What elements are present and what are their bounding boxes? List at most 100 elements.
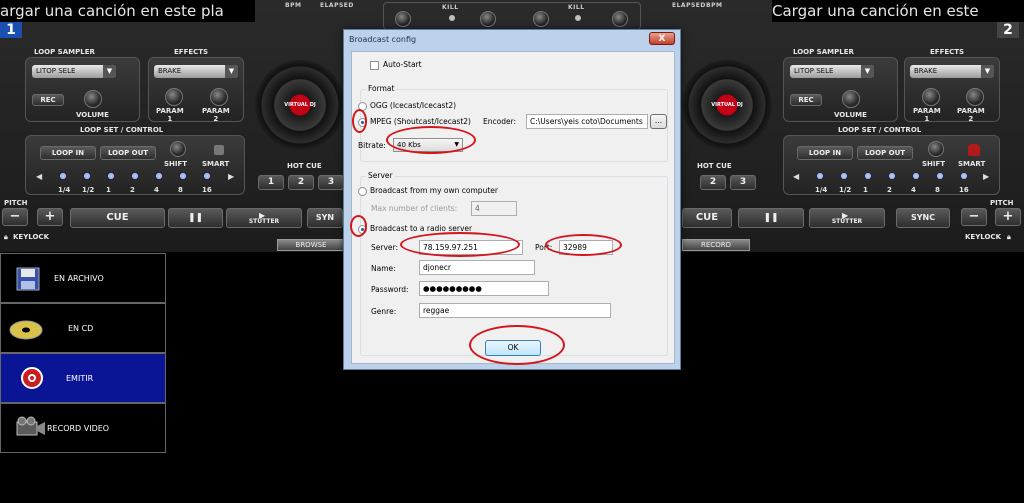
- play-pause-button[interactable]: ❚❚: [168, 208, 223, 228]
- loop-length-label[interactable]: 1: [106, 186, 111, 194]
- deck-left-bpm-label: BPM: [285, 2, 302, 9]
- hot-cue-button[interactable]: 3: [730, 175, 756, 190]
- loop-length-led: [132, 173, 138, 179]
- param1-knob[interactable]: [922, 88, 940, 106]
- smart-label: SMART: [202, 160, 230, 168]
- loop-length-label[interactable]: 4: [911, 186, 916, 194]
- record-menu-item[interactable]: EN ARCHIVO: [0, 253, 166, 303]
- close-button[interactable]: X: [649, 32, 675, 45]
- record-menu-item[interactable]: RECORD VIDEO: [0, 403, 166, 453]
- eq-knob[interactable]: [395, 11, 411, 27]
- sampler-select[interactable]: LITOP SELE ▼: [790, 65, 874, 78]
- broadcast-own-label: Broadcast from my own computer: [370, 186, 498, 195]
- pitch-minus-button[interactable]: −: [2, 208, 28, 226]
- effects-select[interactable]: BRAKE ▼: [910, 65, 994, 78]
- sync-button[interactable]: SYN: [307, 208, 343, 228]
- sampler-select[interactable]: LITOP SELE ▼: [32, 65, 116, 78]
- effects-select[interactable]: BRAKE ▼: [154, 65, 238, 78]
- loop-in-button[interactable]: LOOP IN: [40, 146, 96, 160]
- volume-knob[interactable]: [84, 90, 102, 108]
- lock-icon: 🔒︎: [4, 233, 8, 241]
- genre-field[interactable]: reggae: [419, 303, 611, 318]
- loop-length-label[interactable]: 8: [178, 186, 183, 194]
- encoder-path-field[interactable]: C:\Users\yeis coto\Documents: [526, 114, 648, 129]
- eq-knob[interactable]: [612, 11, 628, 27]
- hot-cue-button[interactable]: 1: [258, 175, 284, 190]
- name-field[interactable]: djonecr: [419, 260, 535, 275]
- highlight-ring: [386, 126, 476, 154]
- genre-label: Genre:: [371, 307, 397, 316]
- kill-led[interactable]: [575, 15, 581, 21]
- mixer-top: [383, 2, 641, 30]
- deck-right-elapsed-label: ELAPSED: [672, 2, 706, 9]
- loop-left-arrow-icon[interactable]: ◀: [793, 172, 799, 181]
- tab-browser[interactable]: BROWSE: [277, 239, 345, 251]
- loop-length-label[interactable]: 1: [863, 186, 868, 194]
- rec-button[interactable]: REC: [790, 94, 822, 106]
- server-group-title: Server: [366, 171, 395, 180]
- record-menu-item-label: EMITIR: [66, 374, 94, 383]
- pitch-plus-button[interactable]: +: [995, 208, 1021, 226]
- play-pause-button[interactable]: ❚❚: [738, 208, 804, 228]
- turntable-left[interactable]: VIRTUAL DJ: [255, 60, 345, 150]
- record-menu-item[interactable]: EMITIR: [0, 353, 166, 403]
- tab-record[interactable]: RECORD: [682, 239, 750, 251]
- record-menu-item[interactable]: EN CD: [0, 303, 166, 353]
- loop-length-label[interactable]: 1/2: [839, 186, 851, 194]
- pitch-minus-button[interactable]: −: [961, 208, 987, 226]
- eq-knob[interactable]: [533, 11, 549, 27]
- smart-button[interactable]: [214, 145, 224, 155]
- loop-right-arrow-icon[interactable]: ▶: [983, 172, 989, 181]
- shift-knob[interactable]: [928, 141, 944, 157]
- loop-length-label[interactable]: 2: [130, 186, 135, 194]
- loop-length-label[interactable]: 16: [959, 186, 969, 194]
- highlight-ring: [400, 232, 520, 257]
- loop-right-arrow-icon[interactable]: ▶: [228, 172, 234, 181]
- deck-right-number: 2: [997, 22, 1019, 38]
- hot-cue-button[interactable]: 2: [700, 175, 726, 190]
- eq-knob[interactable]: [480, 11, 496, 27]
- hot-cue-label: HOT CUE: [697, 162, 732, 170]
- stutter-button[interactable]: ▶ STUTTER: [226, 208, 302, 228]
- password-field[interactable]: ●●●●●●●●●: [419, 281, 549, 296]
- shift-knob[interactable]: [170, 141, 186, 157]
- param2-knob[interactable]: [966, 88, 984, 106]
- loop-length-label[interactable]: 2: [887, 186, 892, 194]
- param1-knob[interactable]: [165, 88, 183, 106]
- loop-out-button[interactable]: LOOP OUT: [857, 146, 913, 160]
- browse-encoder-button[interactable]: ...: [650, 114, 667, 129]
- rec-button[interactable]: REC: [32, 94, 64, 106]
- loop-sampler-label: LOOP SAMPLER: [34, 48, 95, 56]
- keylock-label: KEYLOCK: [965, 233, 1001, 241]
- highlight-ring: [469, 325, 565, 365]
- pitch-plus-button[interactable]: +: [37, 208, 63, 226]
- volume-label: VOLUME: [76, 111, 109, 119]
- smart-button[interactable]: [968, 144, 980, 156]
- loop-left-arrow-icon[interactable]: ◀: [36, 172, 42, 181]
- kill-led[interactable]: [449, 15, 455, 21]
- param1-label: PARAM 1: [913, 107, 941, 123]
- loop-length-label[interactable]: 1/2: [82, 186, 94, 194]
- param2-knob[interactable]: [210, 88, 228, 106]
- loop-length-label[interactable]: 16: [202, 186, 212, 194]
- param2-label: PARAM 2: [957, 107, 985, 123]
- kill-right-label: KILL: [568, 4, 585, 11]
- turntable-right[interactable]: VIRTUAL DJ: [682, 60, 772, 150]
- sync-button[interactable]: SYNC: [896, 208, 950, 228]
- loop-length-label[interactable]: 4: [154, 186, 159, 194]
- loop-length-label[interactable]: 1/4: [815, 186, 827, 194]
- hot-cue-button[interactable]: 2: [288, 175, 314, 190]
- cue-button[interactable]: CUE: [70, 208, 165, 228]
- chevron-down-icon: ▼: [103, 65, 116, 78]
- loop-in-button[interactable]: LOOP IN: [797, 146, 853, 160]
- loop-length-label[interactable]: 8: [935, 186, 940, 194]
- cue-button[interactable]: CUE: [682, 208, 732, 228]
- loop-length-label[interactable]: 1/4: [58, 186, 70, 194]
- broadcast-own-radio[interactable]: [358, 187, 367, 196]
- max-clients-field[interactable]: 4: [471, 201, 517, 216]
- loop-out-button[interactable]: LOOP OUT: [100, 146, 156, 160]
- auto-start-checkbox[interactable]: [370, 61, 379, 70]
- stutter-button[interactable]: ▶ STUTTER: [809, 208, 885, 228]
- hot-cue-button[interactable]: 3: [318, 175, 344, 190]
- volume-knob[interactable]: [842, 90, 860, 108]
